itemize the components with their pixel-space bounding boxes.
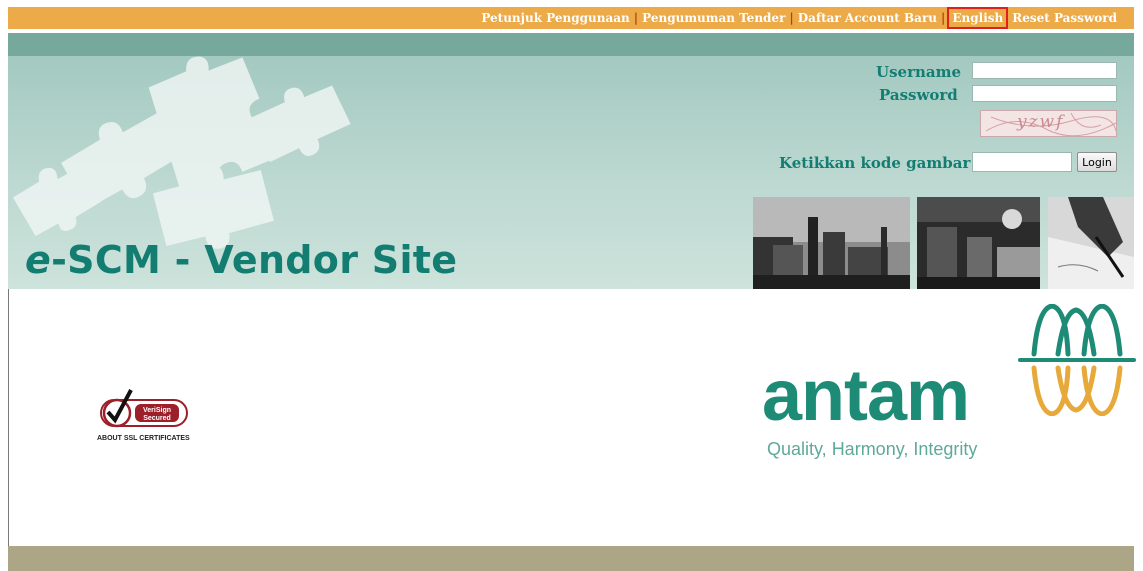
password-input[interactable]	[972, 85, 1117, 102]
ssl-certificate-caption[interactable]: ABOUT SSL CERTIFICATES	[97, 435, 190, 442]
antam-tagline: Quality, Harmony, Integrity	[767, 439, 978, 459]
hand-writing-photo	[1048, 197, 1134, 289]
nav-link-daftar-account-baru[interactable]: Daftar Account Baru	[798, 11, 937, 25]
site-title: e-SCM - Vendor Site	[25, 238, 458, 282]
login-button[interactable]: Login	[1077, 152, 1117, 172]
nav-separator: |	[941, 11, 946, 25]
nav-link-petunjuk-penggunaan[interactable]: Petunjuk Penggunaan	[481, 11, 629, 25]
password-label: Password	[879, 86, 958, 104]
nav-separator: |	[633, 11, 639, 25]
captcha-label: Ketikkan kode gambar	[779, 154, 971, 172]
username-label: Username	[876, 63, 962, 81]
username-input[interactable]	[972, 62, 1117, 79]
captcha-input[interactable]	[972, 152, 1072, 172]
nav-separator: |	[789, 11, 794, 25]
nav-link-reset-password[interactable]: Reset Password	[1012, 11, 1117, 25]
header-strip	[8, 33, 1134, 56]
nav-link-pengumuman-tender[interactable]: Pengumuman Tender	[642, 11, 785, 25]
factory-interior-photo	[917, 197, 1040, 289]
footer-bar	[8, 546, 1134, 571]
verisign-line1: VeriSign	[143, 407, 171, 414]
industrial-plant-photo	[753, 197, 910, 289]
verisign-line2: Secured	[143, 415, 171, 422]
antam-wordmark: antam	[762, 356, 970, 436]
content-border	[8, 289, 9, 546]
top-nav-bar: Petunjuk Penggunaan | Pengumuman Tender …	[8, 7, 1134, 29]
nav-link-english[interactable]: English	[947, 7, 1009, 29]
captcha-image: yzwf	[980, 110, 1117, 137]
antam-logo-icon	[1018, 304, 1136, 416]
top-nav: Petunjuk Penggunaan | Pengumuman Tender …	[481, 7, 1117, 29]
